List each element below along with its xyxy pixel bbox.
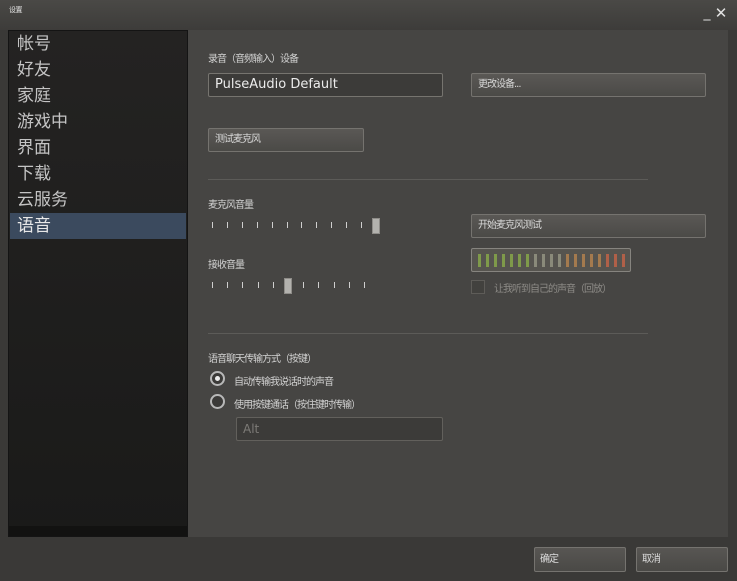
sidebar-item-family[interactable]: 家庭 <box>10 83 186 109</box>
meter-segment <box>566 254 569 267</box>
meter-segment <box>550 254 553 267</box>
slider-tick <box>361 222 362 228</box>
mic-volume-slider[interactable] <box>208 218 380 234</box>
meter-segment <box>526 254 529 267</box>
slider-tick <box>316 222 318 228</box>
loopback-label: 让我听到自己的声音（回放） <box>494 284 612 295</box>
open-mic-radio[interactable] <box>210 371 225 386</box>
mic-test-button[interactable]: 开始麦克风测试 <box>471 214 706 238</box>
sidebar-item-in-game[interactable]: 游戏中 <box>10 109 186 135</box>
sidebar-item-downloads[interactable]: 下载 <box>10 161 186 187</box>
push-to-talk-key-field[interactable]: Alt <box>236 417 443 441</box>
meter-segment <box>486 254 489 267</box>
slider-tick <box>318 282 320 288</box>
cancel-button[interactable]: 取消 <box>636 547 728 572</box>
meter-segment <box>518 254 521 267</box>
slider-thumb[interactable] <box>284 278 292 294</box>
change-device-button[interactable]: 更改设备... <box>471 73 706 97</box>
push-to-talk-radio[interactable] <box>210 394 225 409</box>
test-device-button[interactable]: 测试麦克风 <box>208 128 364 152</box>
slider-tick <box>257 282 259 288</box>
output-volume-slider[interactable] <box>208 278 365 294</box>
meter-segment <box>510 254 513 267</box>
slider-tick <box>242 282 244 288</box>
meter-segment <box>478 254 481 267</box>
slider-tick <box>226 222 228 228</box>
slider-tick <box>227 282 229 288</box>
sidebar-footer <box>9 526 187 536</box>
meter-segment <box>582 254 585 267</box>
slider-tick <box>348 282 350 288</box>
output-volume-heading: 接收音量 <box>208 260 245 271</box>
slider-tick <box>303 282 305 288</box>
slider-tick <box>256 222 258 228</box>
meter-segment <box>606 254 609 267</box>
slider-tick <box>271 222 273 228</box>
slider-tick <box>272 282 274 288</box>
sidebar-item-voice[interactable]: 语音 <box>10 213 186 239</box>
input-device-field[interactable]: PulseAudio Default <box>208 73 443 97</box>
meter-segment <box>590 254 593 267</box>
meter-segment <box>542 254 545 267</box>
meter-segment <box>494 254 497 267</box>
slider-tick <box>212 222 213 228</box>
slider-tick <box>331 222 333 228</box>
settings-sidebar: 帐号 好友 家庭 游戏中 界面 下载 云服务 语音 <box>8 30 188 537</box>
sidebar-item-friends[interactable]: 好友 <box>10 57 186 83</box>
sidebar-item-account[interactable]: 帐号 <box>10 31 186 57</box>
title-bar: 设置 _ ✕ <box>0 0 737 30</box>
meter-segment <box>622 254 625 267</box>
meter-segment <box>558 254 561 267</box>
mic-level-meter <box>471 248 631 272</box>
mic-volume-heading: 麦克风音量 <box>208 200 254 211</box>
window-title: 设置 <box>9 6 23 14</box>
section-divider <box>208 333 648 334</box>
input-device-heading: 录音（音频输入）设备 <box>208 54 299 65</box>
section-divider <box>208 179 648 180</box>
sidebar-item-cloud[interactable]: 云服务 <box>10 187 186 213</box>
slider-tick <box>346 222 348 228</box>
slider-tick <box>364 282 365 288</box>
meter-segment <box>502 254 505 267</box>
loopback-checkbox[interactable] <box>471 280 485 294</box>
meter-segment <box>534 254 537 267</box>
slider-tick <box>286 222 288 228</box>
push-to-talk-label: 使用按键通话（按住键时传输） <box>234 400 361 411</box>
meter-segment <box>598 254 601 267</box>
slider-tick <box>241 222 243 228</box>
sidebar-item-interface[interactable]: 界面 <box>10 135 186 161</box>
ok-button[interactable]: 确定 <box>534 547 626 572</box>
open-mic-label: 自动传输我说话时的声音 <box>234 377 334 388</box>
meter-segment <box>574 254 577 267</box>
slider-tick <box>212 282 213 288</box>
slider-thumb[interactable] <box>371 218 380 234</box>
meter-segment <box>614 254 617 267</box>
close-button[interactable]: ✕ <box>712 4 730 22</box>
slider-tick <box>333 282 335 288</box>
voice-settings-panel: 录音（音频输入）设备 PulseAudio Default 更改设备... 测试… <box>188 30 728 537</box>
transmit-heading: 语音聊天传输方式（按键） <box>208 354 317 365</box>
slider-tick <box>301 222 303 228</box>
